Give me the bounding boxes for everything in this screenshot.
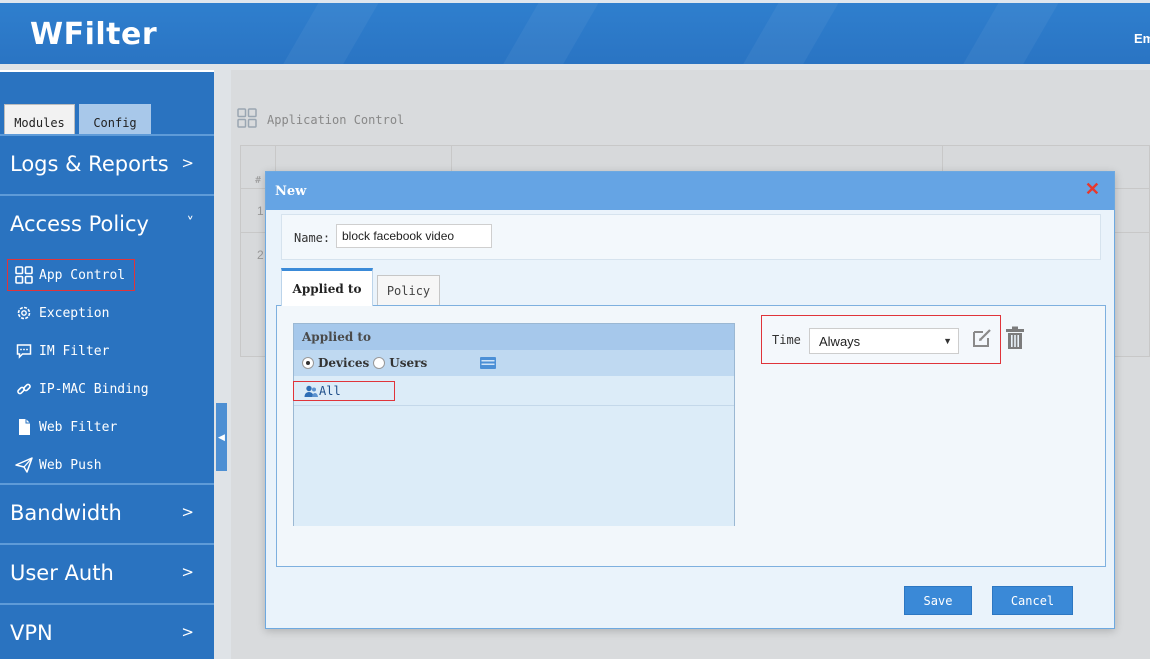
row-index: 2 <box>257 247 264 262</box>
section-label: User Auth <box>10 561 114 585</box>
sidebar-item-label: Exception <box>39 305 110 321</box>
sidebar-section-logs-reports[interactable]: Logs & Reports > <box>0 134 214 192</box>
chevron-right-icon: > <box>181 154 194 172</box>
app-logo: WFilter <box>30 17 158 52</box>
header-decoration <box>501 3 599 64</box>
link-icon <box>14 379 34 399</box>
devices-label: Devices <box>318 356 370 370</box>
applied-to-header: Applied to <box>294 324 734 350</box>
header-decoration <box>281 3 379 64</box>
sidebar-item-web-filter[interactable]: Web Filter <box>8 412 117 442</box>
new-policy-dialog: New ✕ Name: Applied to Policy Applied to… <box>265 171 1115 629</box>
cancel-button[interactable]: Cancel <box>992 586 1073 615</box>
chevron-right-icon: > <box>181 563 194 581</box>
name-input[interactable] <box>336 224 492 248</box>
header-decoration <box>741 3 839 64</box>
users-label: Users <box>389 356 428 370</box>
chevron-right-icon: > <box>181 503 194 521</box>
app-header: WFilter Em <box>0 0 1150 64</box>
sidebar-item-label: Web Filter <box>39 419 118 435</box>
sidebar-section-user-auth[interactable]: User Auth > <box>0 543 214 601</box>
target-list-empty-area <box>294 406 734 526</box>
chat-icon <box>14 341 34 361</box>
sidebar-section-vpn[interactable]: VPN > <box>0 603 214 659</box>
grid-icon <box>14 265 34 285</box>
row-index: 1 <box>257 203 264 218</box>
list-item: All <box>293 376 734 406</box>
devices-option[interactable]: Devices <box>302 356 369 370</box>
name-label: Name: <box>294 231 331 245</box>
trash-icon[interactable] <box>1005 326 1025 350</box>
sidebar-collapse-handle[interactable]: ◀ <box>216 403 227 471</box>
section-label: VPN <box>10 621 53 645</box>
section-label: Logs & Reports <box>10 152 169 176</box>
page-title: Application Control <box>237 108 404 131</box>
dialog-title: New <box>275 183 307 199</box>
sidebar-item-ip-mac-binding[interactable]: IP-MAC Binding <box>8 374 149 404</box>
save-button[interactable]: Save <box>904 586 972 615</box>
document-icon <box>14 417 34 437</box>
section-label: Access Policy <box>10 212 149 236</box>
chevron-right-icon: > <box>181 623 194 641</box>
header-user-menu[interactable]: Em <box>1134 31 1150 46</box>
sidebar: Modules Config Logs & Reports > Access P… <box>0 70 214 659</box>
header-decoration <box>961 3 1059 64</box>
target-type-selector: Devices Users <box>294 350 734 376</box>
sidebar-item-label: IP-MAC Binding <box>39 381 149 397</box>
target-item-all[interactable]: All <box>293 381 395 401</box>
dropdown-caret-icon: ▼ <box>943 336 952 346</box>
tab-applied-to[interactable]: Applied to <box>281 268 373 306</box>
tab-config[interactable]: Config <box>79 104 151 134</box>
sidebar-item-im-filter[interactable]: IM Filter <box>8 336 109 366</box>
grid-icon <box>237 108 257 131</box>
applied-to-box: Applied to Devices Users All <box>293 323 735 526</box>
list-icon[interactable] <box>480 357 496 369</box>
devices-radio[interactable] <box>302 357 314 369</box>
section-label: Bandwidth <box>10 501 122 525</box>
dialog-title-bar: New ✕ <box>266 172 1114 210</box>
sidebar-section-bandwidth[interactable]: Bandwidth > <box>0 483 214 541</box>
chevron-down-icon: ˅ <box>186 214 195 232</box>
sidebar-item-web-push[interactable]: Web Push <box>8 450 102 480</box>
time-label: Time <box>772 333 801 347</box>
users-radio[interactable] <box>373 357 386 369</box>
close-icon[interactable]: ✕ <box>1085 181 1100 199</box>
page-title-text: Application Control <box>267 112 405 127</box>
sidebar-item-label: IM Filter <box>39 343 110 359</box>
send-icon <box>14 455 34 475</box>
time-setting: Time Always ▼ <box>761 315 1001 364</box>
edit-icon[interactable] <box>971 327 993 349</box>
target-item-label: All <box>319 384 341 398</box>
chevron-left-icon: ◀ <box>218 431 225 442</box>
sidebar-section-access-policy[interactable]: Access Policy ˅ <box>0 194 214 252</box>
applied-to-panel: Applied to Devices Users All Time Always… <box>276 305 1106 567</box>
tab-modules[interactable]: Modules <box>4 104 75 134</box>
gear-icon <box>14 303 34 323</box>
tab-policy[interactable]: Policy <box>377 275 440 306</box>
time-select[interactable]: Always ▼ <box>809 328 959 354</box>
name-panel: Name: <box>281 214 1101 260</box>
user-group-icon <box>304 385 318 398</box>
sidebar-item-label: App Control <box>39 267 126 283</box>
sidebar-item-label: Web Push <box>39 457 102 473</box>
users-option[interactable]: Users <box>373 356 427 370</box>
time-selected-value: Always <box>819 333 861 349</box>
sidebar-item-app-control[interactable]: App Control <box>7 259 135 291</box>
sidebar-item-exception[interactable]: Exception <box>8 298 109 328</box>
